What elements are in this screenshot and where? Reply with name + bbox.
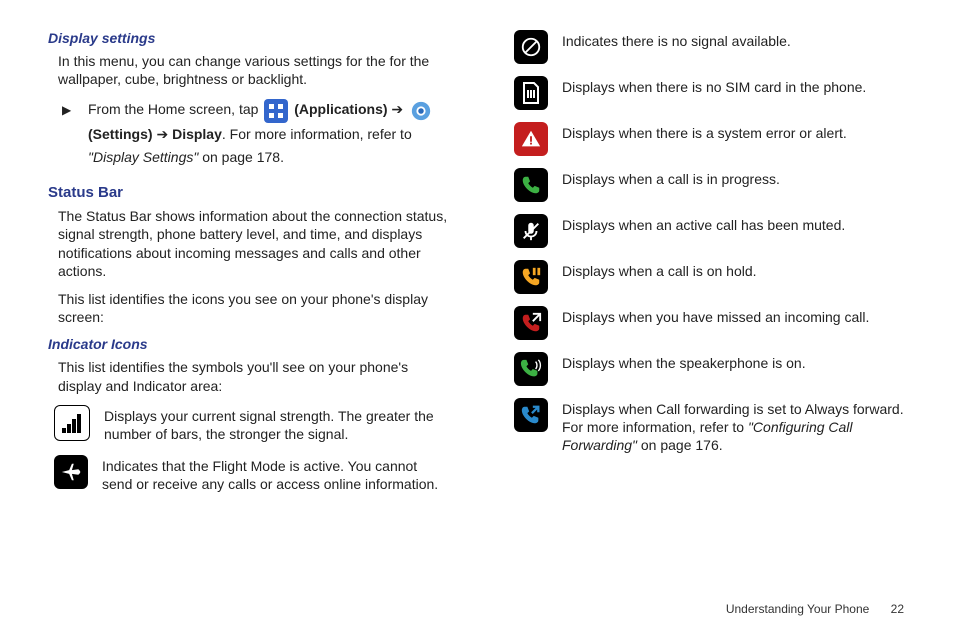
icon-row: Displays when an active call has been mu… [508, 214, 908, 248]
icon-row: Indicates that the Flight Mode is active… [48, 455, 448, 493]
footer-section: Understanding Your Phone [726, 602, 869, 616]
call-forwarding-icon [514, 398, 548, 432]
icon-row: Displays when a call is in progress. [508, 168, 908, 202]
status-bar-heading: Status Bar [48, 184, 448, 201]
icon-row: Indicates there is no signal available. [508, 30, 908, 64]
call-muted-icon [514, 214, 548, 248]
icon-description: Displays when the speakerphone is on. [562, 352, 908, 372]
speakerphone-icon [514, 352, 548, 386]
status-bar-paragraph-2: This list identifies the icons you see o… [48, 290, 448, 326]
icon-description: Displays when a call is on hold. [562, 260, 908, 280]
icon-description: Displays when Call forwarding is set to … [562, 398, 908, 455]
icon-row: Displays your current signal strength. T… [48, 405, 448, 443]
instruction-page-ref: on page 178. [198, 149, 284, 165]
arrow-1: ➔ [391, 101, 407, 117]
status-bar-paragraph-1: The Status Bar shows information about t… [48, 207, 448, 280]
icon-row: Displays when Call forwarding is set to … [508, 398, 908, 455]
icon-row: Displays when there is no SIM card in th… [508, 76, 908, 110]
indicator-icons-paragraph: This list identifies the symbols you'll … [48, 358, 448, 394]
signal-strength-icon [54, 405, 90, 441]
icon-row: Displays when the speakerphone is on. [508, 352, 908, 386]
display-label: Display [172, 126, 222, 142]
icon-description: Displays when a call is in progress. [562, 168, 908, 188]
flight-mode-icon [54, 455, 88, 489]
icon-description: Displays your current signal strength. T… [104, 405, 448, 443]
no-signal-icon [514, 30, 548, 64]
call-on-hold-icon [514, 260, 548, 294]
applications-icon [264, 99, 288, 123]
arrow-2: ➔ [156, 126, 172, 142]
icon-row: Displays when there is a system error or… [508, 122, 908, 156]
icon-description: Displays when there is a system error or… [562, 122, 908, 142]
instruction-block: ▶ From the Home screen, tap (Application… [48, 98, 448, 170]
icon-row: Displays when a call is on hold. [508, 260, 908, 294]
call-forward-text-post: on page 176. [637, 437, 723, 453]
page-footer: Understanding Your Phone 22 [726, 602, 904, 616]
icon-description: Displays when you have missed an incomin… [562, 306, 908, 326]
indicator-icons-heading: Indicator Icons [48, 336, 448, 352]
icon-description: Indicates that the Flight Mode is active… [102, 455, 448, 493]
icon-description: Displays when an active call has been mu… [562, 214, 908, 234]
settings-icon [409, 99, 433, 123]
missed-call-icon [514, 306, 548, 340]
display-settings-paragraph: In this menu, you can change various set… [48, 52, 448, 88]
applications-label: (Applications) [294, 101, 387, 117]
settings-label: (Settings) [88, 126, 153, 142]
instruction-text-2: . For more information, refer to [222, 126, 412, 142]
icon-row: Displays when you have missed an incomin… [508, 306, 908, 340]
call-in-progress-icon [514, 168, 548, 202]
system-error-icon [514, 122, 548, 156]
icon-description: Indicates there is no signal available. [562, 30, 908, 50]
icon-description: Displays when there is no SIM card in th… [562, 76, 908, 96]
display-settings-ref: "Display Settings" [88, 149, 198, 165]
instruction-text-1: From the Home screen, tap [88, 101, 262, 117]
display-settings-heading: Display settings [48, 30, 448, 46]
footer-page-number: 22 [891, 602, 904, 616]
no-sim-icon [514, 76, 548, 110]
bullet-icon: ▶ [62, 100, 71, 120]
